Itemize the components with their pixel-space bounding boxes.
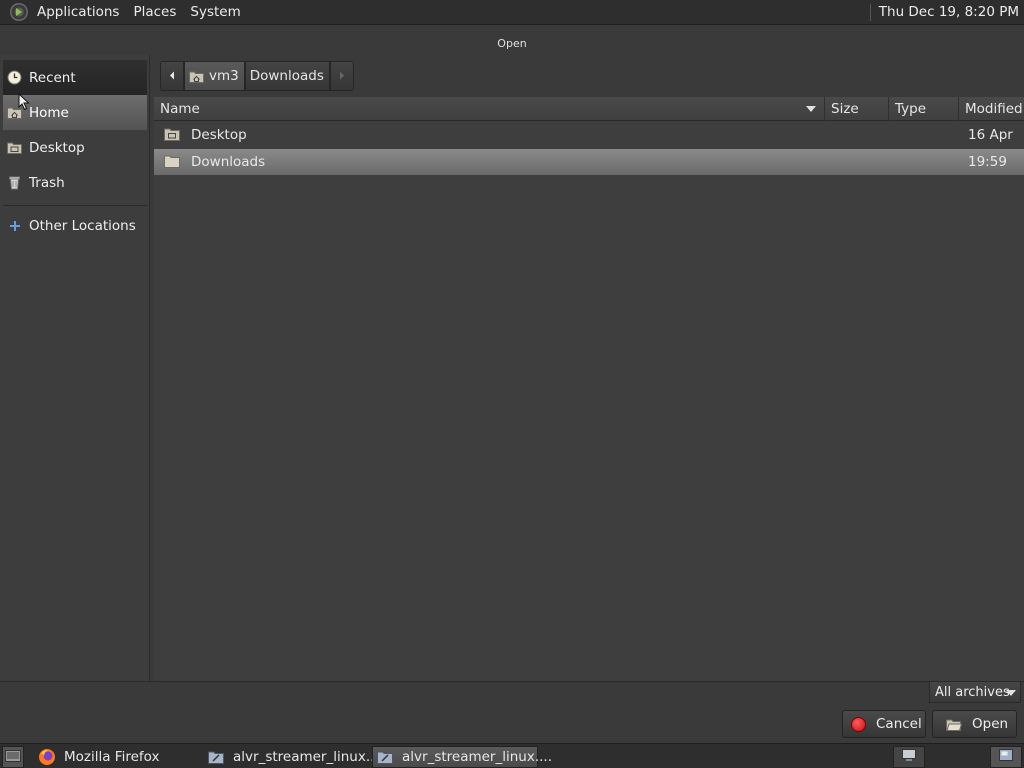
column-headers: Name Size Type Modified [154,97,1024,121]
sidebar-item-label: Trash [29,174,65,191]
file-name: Downloads [191,154,266,170]
path-forward-button[interactable] [329,61,354,91]
column-header-modified[interactable]: Modified [958,97,1024,121]
dialog-title: Open [0,33,1024,55]
taskbar-item-label: alvr_streamer_linux.... [233,749,383,765]
desktop-folder-icon [164,127,180,141]
panel-separator [869,3,871,21]
file-modified: 19:59 [968,154,1007,170]
file-manager-icon [377,750,394,765]
file-list[interactable]: Name Size Type Modified Desktop 16 Apr D… [154,97,1024,681]
network-icon [901,748,917,766]
chevron-left-icon [169,68,175,84]
path-segment-label: vm3 [209,68,239,84]
home-folder-icon [189,70,204,83]
column-header-size[interactable]: Size [824,97,888,121]
top-panel: Applications Places System Thu Dec 19, 8… [0,0,1024,25]
path-segment-label: Downloads [249,68,324,84]
menu-system[interactable]: System [183,0,247,25]
taskbar-item-label: alvr_streamer_linux.... [402,749,552,765]
menu-places[interactable]: Places [126,0,183,25]
sidebar-item-other-locations[interactable]: Other Locations [3,208,147,243]
open-button[interactable]: Open [932,710,1017,738]
file-filter-dropdown[interactable]: All archives [929,681,1021,703]
taskbar-item-alvr-1[interactable]: alvr_streamer_linux.... [204,746,383,768]
cancel-button-label: Cancel [876,716,922,732]
show-desktop-icon [5,748,21,766]
file-manager-icon [208,750,225,765]
taskbar: Mozilla Firefox alvr_streamer_linux.... … [0,743,1024,768]
applications-logo-icon[interactable] [10,3,28,21]
show-desktop-button[interactable] [2,746,24,768]
workspace-switcher[interactable] [990,746,1022,768]
sidebar-item-label: Home [29,104,69,121]
sidebar-separator [3,205,147,206]
firefox-icon [38,748,56,766]
file-row[interactable]: Desktop 16 Apr [154,122,1024,148]
taskbar-item-alvr-2[interactable]: alvr_streamer_linux.... [372,746,552,768]
path-segment-home[interactable]: vm3 [184,61,245,91]
sidebar-item-label: Recent [29,69,76,86]
tray-applet[interactable] [893,746,925,768]
sidebar-item-trash[interactable]: Trash [3,165,147,200]
column-header-type[interactable]: Type [888,97,958,121]
file-row[interactable]: Downloads 19:59 [154,149,1024,175]
mouse-cursor-icon [18,92,30,115]
sidebar-item-desktop[interactable]: Desktop [3,130,147,165]
column-header-label: Name [160,101,200,117]
sort-descending-icon [806,106,816,112]
cancel-icon [851,716,866,732]
plus-icon [6,217,23,234]
path-back-button[interactable] [160,61,184,91]
places-sidebar: Recent Home Desktop Trash Other Location… [0,55,150,681]
taskbar-item-label: Mozilla Firefox [64,749,160,765]
workspace-icon [998,748,1014,766]
menu-applications[interactable]: Applications [30,0,126,25]
column-header-label: Modified [965,101,1023,117]
desktop-folder-icon [6,139,23,156]
column-header-label: Size [831,101,859,117]
column-header-name[interactable]: Name [154,97,824,121]
trash-icon [6,174,23,191]
dialog-titlebar-spacer [0,25,1024,33]
file-filter-value: All archives [935,684,1010,700]
file-modified: 16 Apr [968,127,1013,143]
sidebar-item-label: Other Locations [29,217,136,234]
column-header-label: Type [895,101,927,117]
taskbar-item-firefox[interactable]: Mozilla Firefox [34,746,200,768]
clock[interactable]: Thu Dec 19, 8:20 PM [879,4,1024,20]
sidebar-item-label: Desktop [29,139,85,156]
path-bar: vm3 Downloads [160,61,354,91]
folder-icon [164,154,180,168]
recent-icon [6,69,23,86]
chevron-right-icon [339,68,345,84]
chevron-down-icon [1006,690,1016,696]
open-folder-icon [946,718,962,731]
open-button-label: Open [972,716,1009,732]
sidebar-item-recent[interactable]: Recent [3,60,147,95]
path-segment-downloads[interactable]: Downloads [244,61,330,91]
file-name: Desktop [191,127,247,143]
cancel-button[interactable]: Cancel [842,710,926,738]
